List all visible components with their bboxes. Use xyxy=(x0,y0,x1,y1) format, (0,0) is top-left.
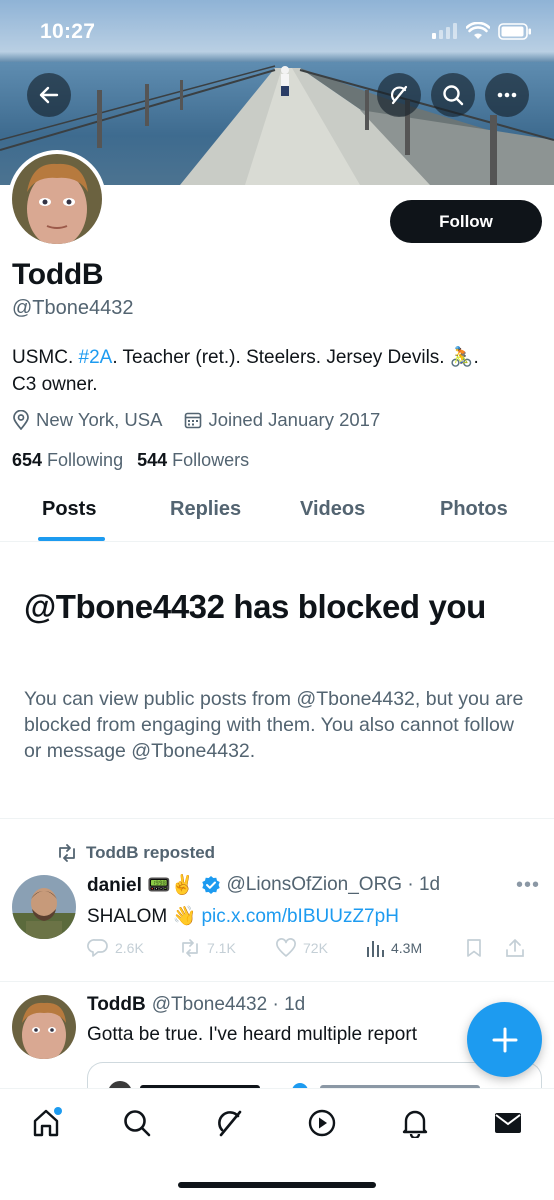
tab-videos[interactable]: Videos xyxy=(300,498,365,521)
grok-button[interactable] xyxy=(377,73,421,117)
views-chart-icon xyxy=(367,941,384,957)
share-icon xyxy=(506,939,524,957)
post-author-name[interactable]: daniel 📟✌️ xyxy=(87,873,195,897)
post-more-icon[interactable]: ••• xyxy=(516,874,540,897)
profile-bio: USMC. #2A. Teacher (ret.). Steelers. Jer… xyxy=(12,344,542,398)
status-bar: 10:27 xyxy=(0,0,554,62)
follow-counts: 654 Following 544 Followers xyxy=(12,450,263,471)
search-icon xyxy=(443,85,464,106)
profile-name: ToddB xyxy=(12,258,104,291)
following-count: 654 xyxy=(12,450,43,470)
nav-messages[interactable] xyxy=(488,1103,528,1143)
cellular-signal-icon xyxy=(432,23,457,39)
like-button[interactable]: 72K xyxy=(275,938,365,958)
repost-action-icon xyxy=(182,939,198,957)
nav-videos[interactable] xyxy=(302,1103,342,1143)
post2-author-avatar[interactable] xyxy=(12,995,76,1059)
post2-text: Gotta be true. I've heard multiple repor… xyxy=(87,1024,417,1045)
post-media-link[interactable]: pic.x.com/bIBUUzZ7pH xyxy=(201,906,398,927)
profile-avatar[interactable] xyxy=(8,150,106,248)
following-label: Following xyxy=(47,450,124,470)
author-photo-image xyxy=(12,875,76,939)
compose-post-button[interactable] xyxy=(467,1002,542,1077)
repost-count: 7.1K xyxy=(207,940,236,956)
envelope-icon xyxy=(495,1113,521,1133)
bookmark-button[interactable] xyxy=(465,938,505,958)
post-text: SHALOM 👋 pic.x.com/bIBUUzZ7pH xyxy=(87,904,399,928)
search-icon xyxy=(124,1110,151,1137)
bookmark-icon xyxy=(467,939,481,957)
back-button[interactable] xyxy=(27,73,71,117)
profile-meta: New York, USA Joined January 2017 xyxy=(12,409,402,431)
active-tab-indicator xyxy=(38,537,105,541)
like-count: 72K xyxy=(303,940,328,956)
post2-header: ToddB @Tbone4432 · 1d xyxy=(87,994,305,1016)
post-author-avatar[interactable] xyxy=(12,875,76,939)
bio-text-continued: . Teacher (ret.). Steelers. Jersey Devil… xyxy=(112,347,479,368)
post-divider xyxy=(0,981,554,982)
verified-badge-icon xyxy=(201,876,220,894)
bio-text: USMC. xyxy=(12,347,79,368)
nav-notifications[interactable] xyxy=(395,1103,435,1143)
plus-icon xyxy=(492,1027,517,1052)
grok-icon xyxy=(218,1110,242,1137)
heart-icon xyxy=(276,938,296,957)
post-body-text: SHALOM 👋 xyxy=(87,906,202,927)
followers-link[interactable]: 544 Followers xyxy=(137,450,249,471)
post2-author-name[interactable]: ToddB xyxy=(87,994,146,1016)
wifi-icon xyxy=(466,22,490,39)
blocked-description: You can view public posts from @Tbone443… xyxy=(24,688,524,762)
follow-button[interactable]: Follow xyxy=(390,200,542,243)
calendar-icon xyxy=(185,412,202,429)
repost-indicator: ToddB reposted xyxy=(56,843,215,863)
repost-label: ToddB reposted xyxy=(86,843,216,862)
nav-home[interactable] xyxy=(26,1103,66,1143)
repost-button[interactable]: 7.1K xyxy=(179,939,275,957)
following-link[interactable]: 654 Following xyxy=(12,450,123,471)
tab-posts[interactable]: Posts xyxy=(42,498,96,521)
post-author-handle: @LionsOfZion_ORG · 1d xyxy=(226,874,441,895)
location-pin-icon xyxy=(13,410,29,430)
profile-location: New York, USA xyxy=(12,409,162,431)
post-actions: 2.6K 7.1K 72K 4.3M xyxy=(87,938,542,958)
location-text: New York, USA xyxy=(36,409,163,430)
search-button[interactable] xyxy=(431,73,475,117)
followers-label: Followers xyxy=(172,450,250,470)
home-icon xyxy=(33,1107,62,1137)
play-circle-icon xyxy=(308,1109,336,1137)
reply-icon xyxy=(87,939,108,957)
nav-search[interactable] xyxy=(117,1103,157,1143)
profile-joined: Joined January 2017 xyxy=(184,409,380,431)
views-count: 4.3M xyxy=(391,940,423,956)
grok-icon xyxy=(391,85,408,105)
bio-text-line2: C3 owner. xyxy=(12,374,98,395)
repost-icon xyxy=(59,844,75,862)
profile-handle: @Tbone4432 xyxy=(12,297,134,319)
bio-hashtag-link[interactable]: #2A xyxy=(79,347,113,368)
battery-icon xyxy=(498,22,531,40)
author2-photo-image xyxy=(12,995,76,1059)
blocked-title: @Tbone4432 has blocked you xyxy=(24,588,486,625)
tab-replies[interactable]: Replies xyxy=(170,498,241,521)
post2-author-handle: @Tbone4432 · 1d xyxy=(151,994,306,1015)
bell-icon xyxy=(402,1110,428,1138)
post-header: daniel 📟✌️ @LionsOfZion_ORG · 1d xyxy=(87,873,440,897)
profile-photo-image xyxy=(12,154,102,244)
section-divider xyxy=(0,818,554,819)
more-options-button[interactable] xyxy=(485,73,529,117)
profile-tabs: Posts Replies Videos Photos xyxy=(0,486,554,542)
views-button[interactable]: 4.3M xyxy=(365,939,465,957)
share-button[interactable] xyxy=(505,938,535,958)
followers-count: 544 xyxy=(137,450,168,470)
reply-count: 2.6K xyxy=(115,940,144,956)
nav-grok[interactable] xyxy=(210,1103,250,1143)
tab-photos[interactable]: Photos xyxy=(440,498,508,521)
status-time: 10:27 xyxy=(40,20,96,43)
arrow-left-icon xyxy=(39,86,59,104)
home-indicator xyxy=(178,1182,376,1188)
more-dots-icon xyxy=(497,92,517,98)
reply-button[interactable]: 2.6K xyxy=(87,938,179,958)
joined-text: Joined January 2017 xyxy=(208,409,381,430)
status-icons xyxy=(432,22,532,40)
